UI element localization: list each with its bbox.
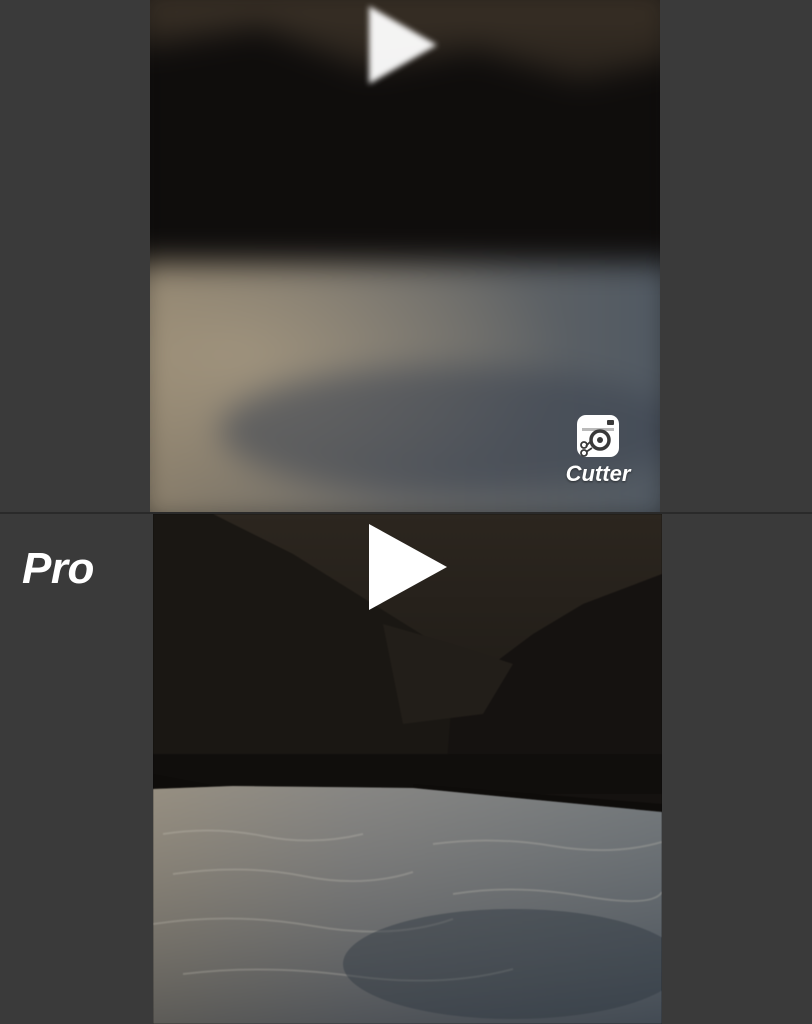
play-icon [369, 524, 447, 610]
comparison-screen: Cutter Pro [0, 0, 812, 1024]
top-comparison-panel: Cutter [0, 0, 812, 512]
sharp-video-preview[interactable] [153, 514, 662, 1024]
blurred-video-preview[interactable]: Cutter [150, 0, 660, 512]
play-button[interactable] [361, 522, 451, 612]
watermark-label: Cutter [565, 461, 631, 486]
play-icon [369, 6, 437, 84]
pro-label: Pro [22, 544, 94, 593]
camera-scissors-icon [577, 415, 619, 457]
play-button[interactable] [355, 0, 445, 90]
bottom-comparison-panel: Pro [0, 514, 812, 1024]
app-watermark: Cutter [558, 412, 638, 486]
